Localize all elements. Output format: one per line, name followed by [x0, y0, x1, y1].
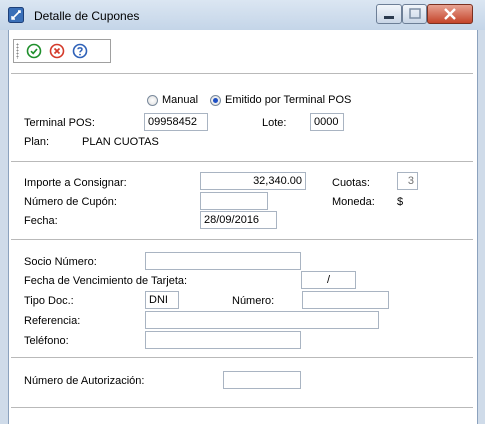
autorizacion-field[interactable] [223, 371, 301, 389]
separator [11, 239, 473, 240]
separator [11, 407, 473, 408]
socio-field[interactable] [145, 252, 301, 270]
tipo-doc-label: Tipo Doc.: [24, 295, 74, 307]
lote-label: Lote: [262, 117, 287, 129]
maximize-icon [409, 8, 421, 19]
autorizacion-label: Número de Autorización: [24, 375, 145, 387]
telefono-label: Teléfono: [24, 335, 69, 347]
close-button[interactable] [427, 4, 473, 24]
dialog-window: Detalle de Cupones Manual Emitido por Te… [0, 0, 485, 424]
plan-label: Plan: [24, 136, 50, 148]
toolbar-grip[interactable] [16, 43, 19, 59]
fecha-field[interactable]: 28/09/2016 [200, 211, 277, 229]
lote-field[interactable]: 0000 [310, 113, 344, 131]
terminal-pos-label[interactable]: Emitido por Terminal POS [225, 94, 351, 106]
window-title: Detalle de Cupones [34, 9, 140, 23]
manual-radio[interactable] [147, 95, 158, 106]
cancel-icon[interactable] [49, 43, 65, 59]
telefono-field[interactable] [145, 331, 301, 349]
toolbar [13, 39, 111, 63]
vencimiento-label: Fecha de Vencimiento de Tarjeta: [24, 275, 188, 287]
minimize-button[interactable] [376, 4, 402, 24]
dialog-body: Manual Emitido por Terminal POS Terminal… [8, 30, 478, 424]
terminal-pos-field-label: Terminal POS: [24, 117, 95, 129]
terminal-pos-radio[interactable] [210, 95, 221, 106]
cuotas-field[interactable]: 3 [397, 172, 418, 190]
plan-value: PLAN CUOTAS [82, 136, 159, 148]
maximize-button[interactable] [402, 4, 427, 24]
separator [11, 357, 473, 358]
cupon-field[interactable] [200, 192, 268, 210]
minimize-icon [384, 16, 394, 19]
moneda-value: $ [397, 196, 404, 208]
moneda-label: Moneda: [332, 196, 375, 208]
close-icon [444, 8, 456, 20]
manual-label[interactable]: Manual [162, 94, 198, 106]
numero-label: Número: [232, 295, 275, 307]
separator [11, 161, 473, 162]
help-icon[interactable] [72, 43, 88, 59]
numero-field[interactable] [302, 291, 389, 309]
terminal-pos-field[interactable]: 09958452 [144, 113, 208, 131]
separator [11, 73, 473, 74]
accept-icon[interactable] [26, 43, 42, 59]
referencia-field[interactable] [145, 311, 379, 329]
cuotas-label: Cuotas: [332, 177, 370, 189]
importe-field[interactable]: 32,340.00 [200, 172, 306, 190]
socio-label: Socio Número: [24, 256, 97, 268]
importe-label: Importe a Consignar: [24, 177, 127, 189]
cupon-label: Número de Cupón: [24, 196, 117, 208]
tipo-doc-field[interactable]: DNI [145, 291, 179, 309]
fecha-label: Fecha: [24, 215, 58, 227]
title-bar[interactable]: Detalle de Cupones [0, 0, 485, 30]
app-icon [8, 7, 24, 23]
referencia-label: Referencia: [24, 315, 81, 327]
vencimiento-field[interactable]: / [301, 271, 356, 289]
